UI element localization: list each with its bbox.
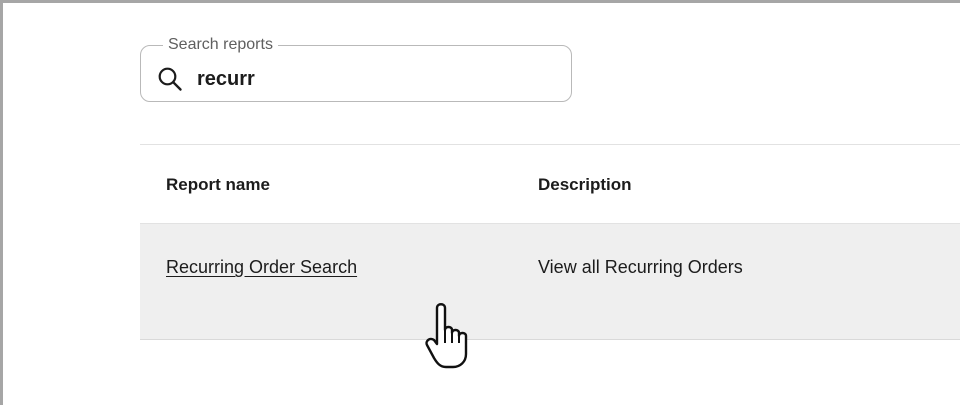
search-icon bbox=[157, 66, 183, 92]
report-link-recurring-order-search[interactable]: Recurring Order Search bbox=[166, 257, 357, 278]
table-header-row: Report name Description bbox=[140, 145, 960, 223]
table-row[interactable]: Recurring Order Search View all Recurrin… bbox=[140, 224, 960, 340]
reports-panel: Search reports Report name Description R… bbox=[0, 0, 960, 405]
panel-top-border bbox=[0, 0, 960, 3]
search-input[interactable] bbox=[197, 66, 537, 92]
column-header-report-name[interactable]: Report name bbox=[166, 175, 270, 195]
panel-left-border bbox=[0, 0, 3, 405]
search-reports-label: Search reports bbox=[163, 35, 278, 55]
column-header-description[interactable]: Description bbox=[538, 175, 632, 195]
search-reports-field[interactable]: Search reports bbox=[140, 35, 572, 102]
report-description: View all Recurring Orders bbox=[538, 257, 743, 277]
